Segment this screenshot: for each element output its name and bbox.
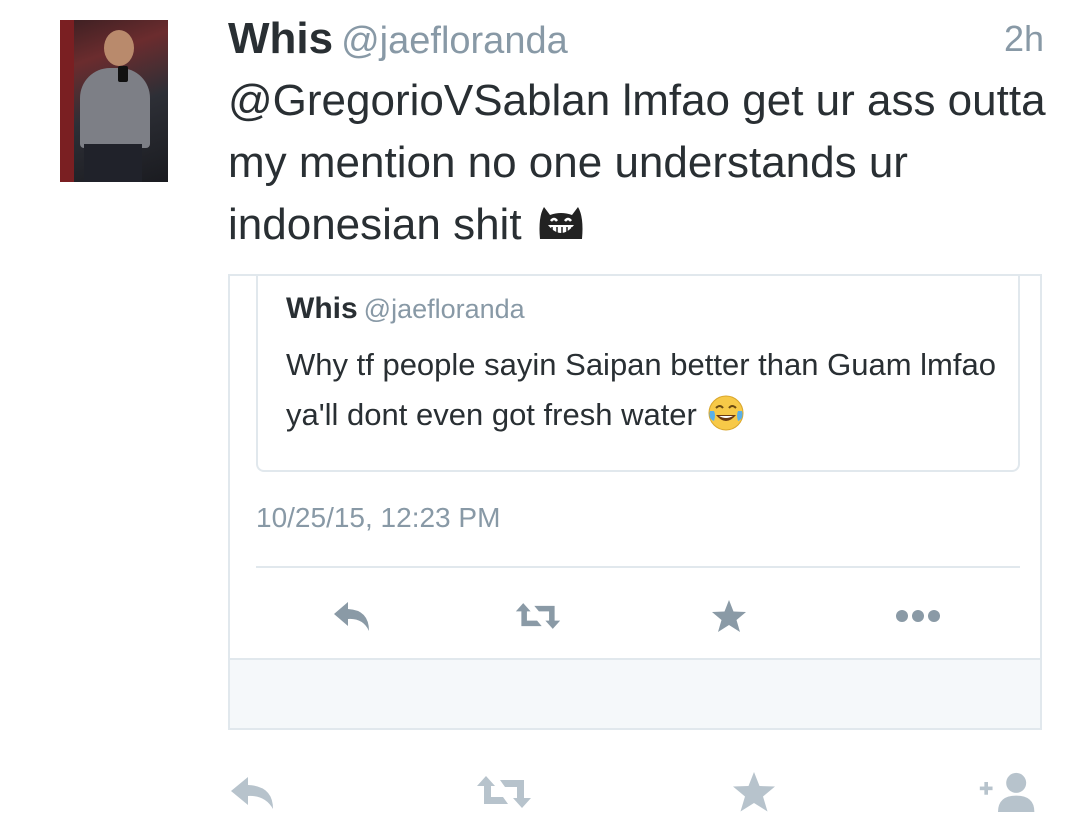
quoted-header: Whis @jaefloranda <box>286 292 525 326</box>
quoted-user-handle[interactable]: @jaefloranda <box>364 294 525 324</box>
divider <box>256 566 1020 568</box>
quoted-tweet[interactable]: Whis @jaefloranda Why tf people sayin Sai… <box>256 274 1020 472</box>
tweet-text-body: @GregorioVSablan lmfao get ur ass outta … <box>228 76 1046 249</box>
user-name[interactable]: Whis <box>228 14 333 63</box>
user-handle[interactable]: @jaefloranda <box>341 20 568 62</box>
tweet-text: @GregorioVSablan lmfao get ur ass outta … <box>228 70 1048 260</box>
quoted-user-name[interactable]: Whis <box>286 292 358 325</box>
tweet-header: Whis @jaefloranda <box>228 14 568 70</box>
face-with-tears-of-joy-icon <box>706 393 746 448</box>
follow-icon[interactable] <box>978 766 1038 818</box>
favorite-icon[interactable] <box>724 766 784 818</box>
retweet-icon[interactable] <box>474 766 534 818</box>
quoted-timestamp[interactable]: 10/25/15, 12:23 PM <box>256 502 500 534</box>
quoted-retweet-icon[interactable] <box>514 594 562 638</box>
avatar[interactable] <box>60 20 168 182</box>
quoted-reply-icon[interactable] <box>328 594 376 638</box>
quoted-favorite-icon[interactable] <box>705 594 753 638</box>
tweet-time[interactable]: 2h <box>1004 18 1044 60</box>
quoted-text: Why tf people sayin Saipan better than G… <box>286 340 1006 448</box>
grinning-cat-face-icon <box>534 198 588 260</box>
quoted-text-body: Why tf people sayin Saipan better than G… <box>286 347 996 432</box>
reply-icon[interactable] <box>222 766 282 818</box>
quoted-tweet-card[interactable]: Whis @jaefloranda Why tf people sayin Sai… <box>228 274 1042 730</box>
card-footer <box>230 658 1040 728</box>
quoted-more-icon[interactable] <box>894 594 942 638</box>
